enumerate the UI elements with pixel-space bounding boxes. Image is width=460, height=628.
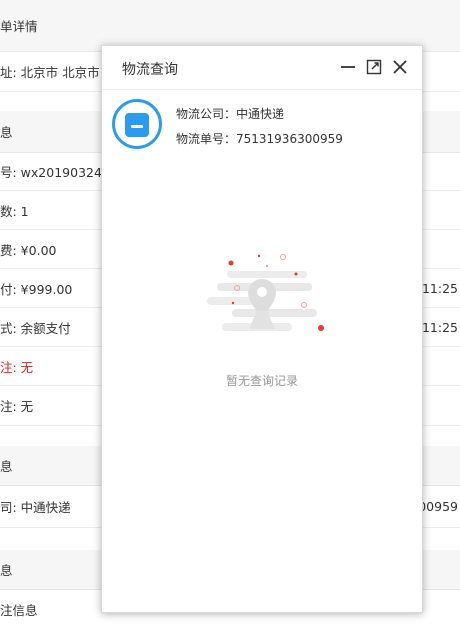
payment-time-text: 11:25 [421, 319, 458, 335]
logistics-info: 物流公司：中通快递 物流单号：75131936300959 [102, 90, 422, 160]
other-section-title: 息 [0, 563, 13, 578]
logistics-section-title: 息 [0, 459, 13, 474]
paid-time-text: 11:25 [421, 280, 458, 296]
tracking-number-text: 00959 [418, 499, 458, 514]
shipping-fee-text: 费: ¥0.00 [0, 242, 57, 258]
order-info-section-title: 息 [0, 125, 13, 140]
dialog-header: 物流查询 [102, 46, 422, 90]
dialog-window-controls [340, 59, 408, 75]
tracking-number-line: 物流单号：75131936300959 [176, 132, 343, 146]
seller-note-text: 注: 无 [0, 399, 34, 414]
page-title: 单详情 [0, 19, 38, 34]
buyer-note-text: 注: 无 [0, 359, 34, 375]
empty-state-text: 暂无查询记录 [225, 374, 298, 388]
maximize-icon[interactable] [366, 59, 382, 75]
remark-info-text: 注信息 [0, 602, 38, 618]
minimize-icon[interactable] [340, 59, 356, 75]
logistics-company-text: 司: 中通快递 [0, 500, 71, 515]
logistics-query-dialog: 物流查询 物流公司：中通快递 物流单号：75131936300959 暂无查询记… [101, 45, 423, 613]
payment-method-text: 式: 余额支付 [0, 320, 71, 336]
order-number-text: 号: wx201903241 [0, 165, 110, 180]
dialog-title: 物流查询 [122, 62, 178, 78]
empty-location-illustration [207, 254, 324, 331]
package-icon [112, 99, 162, 149]
paid-amount-text: 付: ¥999.00 [0, 281, 73, 297]
logistics-company-line: 物流公司：中通快递 [176, 107, 285, 121]
close-icon[interactable] [392, 59, 408, 75]
quantity-text: 数: 1 [0, 203, 29, 219]
address-text: 址: 北京市 北京市 [0, 65, 100, 80]
